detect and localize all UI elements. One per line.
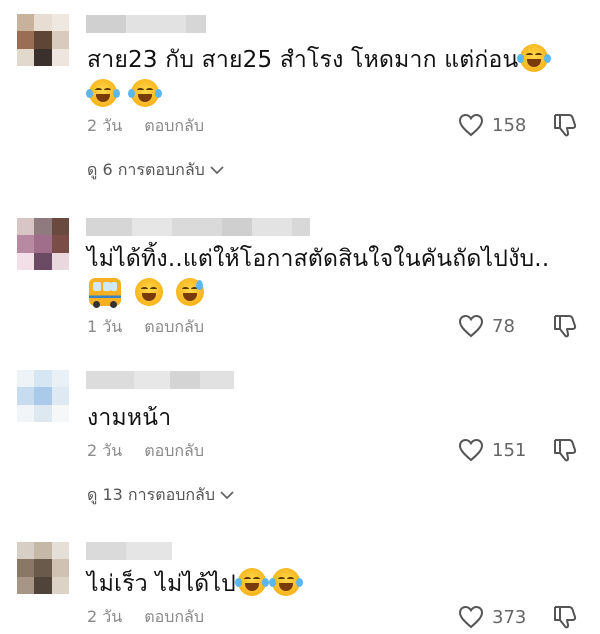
- like-button[interactable]: 151: [458, 436, 526, 464]
- laughing-tears-emoji-icon: [86, 79, 120, 107]
- thumbs-down-icon[interactable]: [551, 312, 579, 340]
- heart-outline-icon: [458, 314, 484, 338]
- like-count: 78: [492, 315, 515, 337]
- like-button[interactable]: 373: [458, 603, 526, 631]
- comment-meta: 2 วัน ตอบกลับ: [87, 116, 204, 136]
- comment-time: 2 วัน: [87, 606, 123, 626]
- avatar[interactable]: [17, 542, 69, 594]
- avatar[interactable]: [17, 14, 69, 66]
- thumbs-down-icon[interactable]: [551, 603, 579, 631]
- username-blurred[interactable]: [86, 15, 206, 33]
- heart-outline-icon: [458, 605, 484, 629]
- comment-time: 2 วัน: [87, 440, 123, 460]
- comment-time: 2 วัน: [87, 115, 123, 135]
- username-blurred[interactable]: [86, 542, 172, 560]
- comment-meta: 2 วัน ตอบกลับ: [87, 607, 204, 627]
- comment-text-content: สาย23 กับ สาย25 สำโรง โหดมาก แต่ก่อน: [87, 47, 519, 73]
- username-blurred[interactable]: [86, 371, 234, 389]
- reply-button[interactable]: ตอบกลับ: [144, 315, 204, 340]
- username-blurred[interactable]: [86, 218, 310, 236]
- like-button[interactable]: 78: [458, 312, 515, 340]
- comment-text: งามหน้า: [87, 403, 171, 433]
- avatar[interactable]: [17, 218, 69, 270]
- bus-emoji-icon: [89, 278, 121, 308]
- comment-text: สาย23 กับ สาย25 สำโรง โหดมาก แต่ก่อน: [87, 44, 552, 75]
- sweat-smile-emoji-icon: [176, 278, 205, 306]
- view-replies-label: ดู 6 การตอบกลับ: [87, 159, 205, 179]
- view-replies-button[interactable]: ดู 6 การตอบกลับ: [87, 160, 225, 180]
- reply-button[interactable]: ตอบกลับ: [144, 114, 204, 139]
- comment-text-content: ไม่เร็ว ไม่ได้ไป: [87, 571, 236, 597]
- thumbs-down-icon[interactable]: [551, 111, 579, 139]
- reply-button[interactable]: ตอบกลับ: [144, 605, 204, 630]
- comment-text-content: ไม่ได้ทิ้ง..แต่ให้โอกาสตัดสินใจในคันถัดไ…: [87, 246, 550, 272]
- comment-text-content: งามหน้า: [87, 405, 172, 431]
- like-count: 158: [492, 114, 527, 136]
- view-replies-label: ดู 13 การตอบกลับ: [87, 484, 215, 504]
- chevron-down-icon: [210, 166, 224, 175]
- comment-text: ไม่ได้ทิ้ง..แต่ให้โอกาสตัดสินใจในคันถัดไ…: [87, 244, 549, 274]
- comment-emoji-line: [86, 79, 162, 110]
- comment-time: 1 วัน: [87, 316, 123, 336]
- laughing-tears-emoji-icon: [127, 79, 162, 107]
- view-replies-button[interactable]: ดู 13 การตอบกลับ: [87, 485, 235, 505]
- like-count: 151: [492, 439, 527, 461]
- heart-outline-icon: [458, 438, 484, 462]
- laughing-tears-emoji-icon: [268, 568, 303, 596]
- comment-meta: 1 วัน ตอบกลับ: [87, 317, 204, 337]
- like-count: 373: [492, 606, 527, 628]
- like-button[interactable]: 158: [458, 111, 526, 139]
- heart-outline-icon: [458, 113, 484, 137]
- comment-text: ไม่เร็ว ไม่ได้ไป: [87, 568, 303, 599]
- avatar[interactable]: [17, 370, 69, 422]
- laughing-tears-emoji-icon: [517, 44, 552, 72]
- comment-meta: 2 วัน ตอบกลับ: [87, 441, 204, 461]
- reply-button[interactable]: ตอบกลับ: [144, 439, 204, 464]
- chevron-down-icon: [220, 491, 234, 500]
- comment-emoji-line: [87, 278, 205, 309]
- laughing-tears-emoji-icon: [234, 568, 269, 596]
- grinning-emoji-icon: [134, 278, 163, 306]
- thumbs-down-icon[interactable]: [551, 436, 579, 464]
